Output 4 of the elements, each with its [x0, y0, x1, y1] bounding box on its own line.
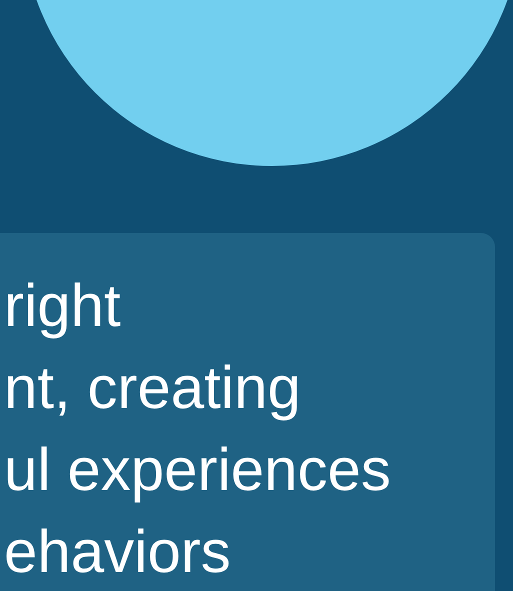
- card-text-line: ul experiences: [4, 435, 391, 505]
- card-text-line: nt, creating: [4, 353, 301, 423]
- card-text-line: right: [4, 271, 121, 341]
- card-text-line: ehaviors: [4, 517, 231, 587]
